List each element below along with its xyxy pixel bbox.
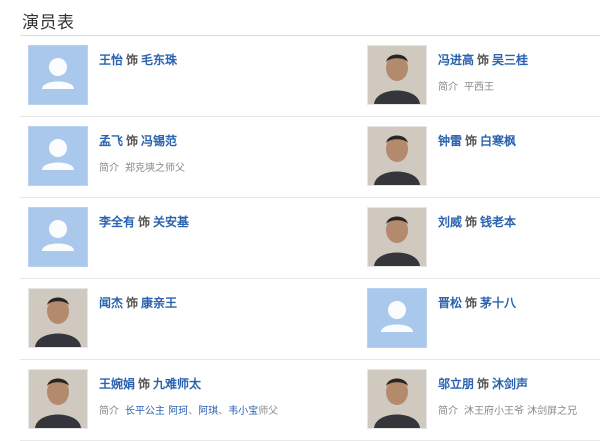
role-name-link[interactable]: 钱老本 — [480, 215, 516, 229]
role-separator: 饰 — [126, 53, 139, 67]
intro-label: 简介 — [99, 163, 119, 174]
actor-photo[interactable] — [367, 369, 427, 429]
role-name-link[interactable]: 九难师太 — [153, 377, 201, 391]
role-separator: 饰 — [465, 215, 478, 229]
actor-name-link[interactable]: 冯进高 — [438, 53, 474, 67]
cast-list: 王怡饰毛东珠 冯进高饰吴三桂 简介 平西王 孟飞饰冯锡范 简介 郑克塽之师父 钟雷饰白寒… — [20, 36, 600, 441]
role-separator: 饰 — [126, 296, 139, 310]
name-line: 孟飞饰冯锡范 — [99, 132, 177, 149]
cast-card: 刘威饰钱老本 — [367, 207, 600, 267]
actor-name-link[interactable]: 钟雷 — [438, 134, 462, 148]
intro-link[interactable]: 阿珂 — [168, 406, 188, 417]
role-name-link[interactable]: 毛东珠 — [141, 53, 177, 67]
actor-name-link[interactable]: 晋松 — [438, 296, 462, 310]
role-separator: 饰 — [465, 296, 478, 310]
role-name-link[interactable]: 沐剑声 — [492, 377, 528, 391]
person-silhouette-icon[interactable] — [28, 126, 88, 186]
role-separator: 饰 — [477, 53, 490, 67]
actor-photo[interactable] — [28, 288, 88, 348]
page-title: 演员表 — [22, 13, 75, 33]
cast-page: 演员表 王怡饰毛东珠 冯进高饰吴三桂 简介 平西王 孟飞饰冯锡范 简介 郑克塽之师父 钟… — [0, 0, 600, 441]
actor-name-link[interactable]: 孟飞 — [99, 134, 123, 148]
role-intro: 简介 平西王 — [438, 78, 494, 93]
actor-name-link[interactable]: 闻杰 — [99, 296, 123, 310]
person-silhouette-icon[interactable] — [28, 45, 88, 105]
cast-row: 王怡饰毛东珠 冯进高饰吴三桂 简介 平西王 — [20, 36, 600, 117]
intro-text: 平西王 — [464, 82, 494, 93]
intro-link[interactable]: 阿琪 — [198, 406, 218, 417]
person-silhouette-icon[interactable] — [28, 207, 88, 267]
name-line: 李全有饰关安基 — [99, 213, 189, 230]
role-intro: 简介 长平公主 阿珂、阿琪、韦小宝师父 — [99, 402, 278, 417]
actor-name-link[interactable]: 邬立朋 — [438, 377, 474, 391]
role-name-link[interactable]: 白寒枫 — [480, 134, 516, 148]
cast-row: 孟飞饰冯锡范 简介 郑克塽之师父 钟雷饰白寒枫 — [20, 117, 600, 198]
actor-name-link[interactable]: 王怡 — [99, 53, 123, 67]
intro-label: 简介 — [438, 406, 458, 417]
name-line: 王怡饰毛东珠 — [99, 51, 177, 68]
cast-row: 闻杰饰康亲王 晋松饰茅十八 — [20, 279, 600, 360]
actor-photo[interactable] — [367, 126, 427, 186]
intro-text: 、 — [188, 406, 199, 417]
role-name-link[interactable]: 康亲王 — [141, 296, 177, 310]
intro-link[interactable]: 长平公主 — [125, 406, 165, 417]
intro-text: 、 — [218, 406, 229, 417]
intro-text: 沐王府小王爷 沐剑屏之兄 — [464, 406, 578, 417]
name-line: 王婉娟饰九难师太 — [99, 375, 201, 392]
intro-text: 郑克塽之师父 — [125, 163, 185, 174]
cast-card: 晋松饰茅十八 — [367, 288, 600, 348]
role-intro: 简介 沐王府小王爷 沐剑屏之兄 — [438, 402, 577, 417]
role-separator: 饰 — [465, 134, 478, 148]
cast-card: 邬立朋饰沐剑声简介 沐王府小王爷 沐剑屏之兄 — [367, 369, 600, 429]
name-line: 邬立朋饰沐剑声 — [438, 375, 528, 392]
cast-row: 李全有饰关安基 刘威饰钱老本 — [20, 198, 600, 279]
role-name-link[interactable]: 茅十八 — [480, 296, 516, 310]
name-line: 冯进高饰吴三桂 — [438, 51, 528, 68]
cast-card: 孟飞饰冯锡范 简介 郑克塽之师父 — [28, 126, 278, 186]
cast-card: 王婉娟饰九难师太 简介 长平公主 阿珂、阿琪、韦小宝师父 — [28, 369, 278, 429]
actor-photo[interactable] — [367, 45, 427, 105]
role-name-link[interactable]: 冯锡范 — [141, 134, 177, 148]
cast-card: 李全有饰关安基 — [28, 207, 278, 267]
cast-card: 钟雷饰白寒枫 — [367, 126, 600, 186]
role-separator: 饰 — [477, 377, 490, 391]
name-line: 刘威饰钱老本 — [438, 213, 516, 230]
role-name-link[interactable]: 关安基 — [153, 215, 189, 229]
name-line: 晋松饰茅十八 — [438, 294, 516, 311]
intro-text: 师父 — [258, 406, 279, 417]
cast-card: 冯进高饰吴三桂 简介 平西王 — [367, 45, 600, 105]
person-silhouette-icon[interactable] — [367, 288, 427, 348]
actor-name-link[interactable]: 王婉娟 — [99, 377, 135, 391]
actor-photo[interactable] — [367, 207, 427, 267]
role-name-link[interactable]: 吴三桂 — [492, 53, 528, 67]
cast-row: 王婉娟饰九难师太 简介 长平公主 阿珂、阿琪、韦小宝师父 邬立朋饰沐剑声 简介 沐王府小… — [20, 360, 600, 441]
role-separator: 饰 — [138, 215, 151, 229]
actor-name-link[interactable]: 刘威 — [438, 215, 462, 229]
name-line: 闻杰饰康亲王 — [99, 294, 177, 311]
name-line: 钟雷饰白寒枫 — [438, 132, 516, 149]
intro-label: 简介 — [99, 406, 119, 417]
cast-card: 闻杰饰康亲王 — [28, 288, 278, 348]
role-separator: 饰 — [138, 377, 151, 391]
actor-photo[interactable] — [28, 369, 88, 429]
role-intro: 简介 郑克塽之师父 — [99, 159, 185, 174]
cast-card: 王怡饰毛东珠 — [28, 45, 278, 105]
intro-link[interactable]: 韦小宝 — [228, 406, 258, 417]
role-separator: 饰 — [126, 134, 139, 148]
actor-name-link[interactable]: 李全有 — [99, 215, 135, 229]
intro-label: 简介 — [438, 82, 458, 93]
